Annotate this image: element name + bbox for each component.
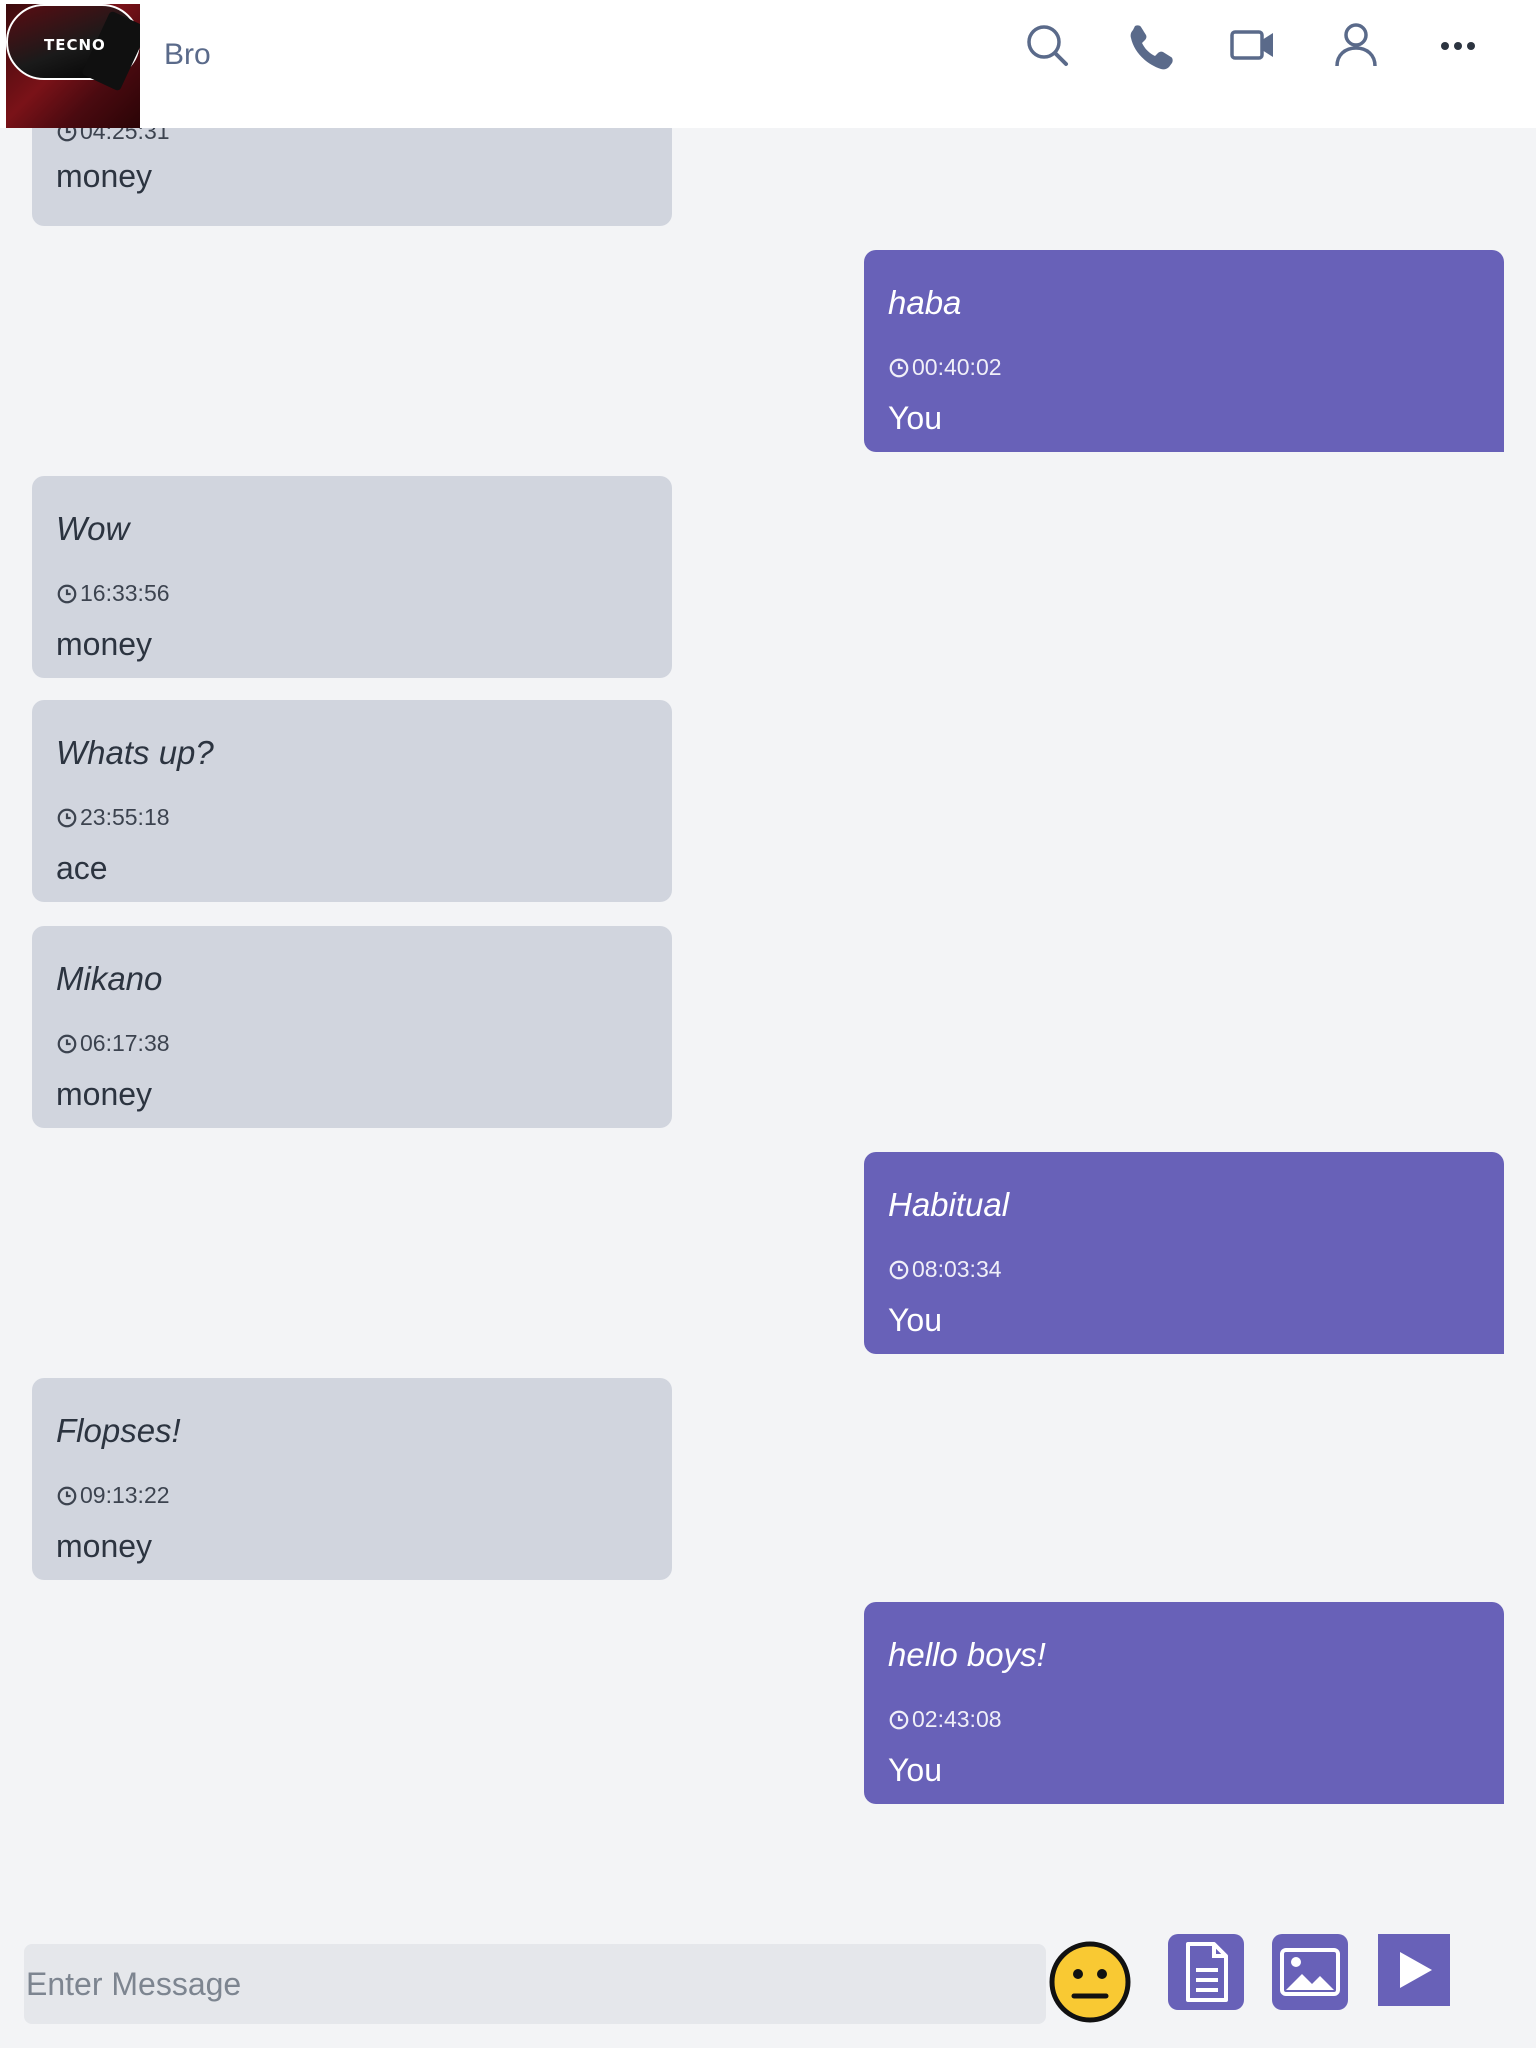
message-sender: money — [56, 626, 153, 662]
message-time-text: 23:55:18 — [80, 804, 170, 830]
avatar-brand-text: TECNO — [44, 36, 106, 54]
clock-icon — [889, 1710, 909, 1729]
phone-icon[interactable] — [1126, 20, 1176, 70]
clock-icon — [889, 1260, 909, 1279]
message-incoming[interactable]: Flopses! 09:13:22 money — [32, 1378, 672, 1580]
message-sender: money — [56, 1076, 153, 1112]
send-icon — [1378, 1934, 1450, 2006]
message-sender: You — [888, 1302, 942, 1338]
message-outgoing[interactable]: haba 00:40:02 You — [864, 250, 1504, 452]
message-text: hello boys! — [888, 1636, 1046, 1673]
chat-thread[interactable]: 04:25:31 money haba 00:40:02 You Wow 16:… — [0, 0, 1536, 1900]
message-time-text: 09:13:22 — [80, 1482, 170, 1508]
send-button[interactable] — [1378, 1934, 1450, 2010]
message-composer — [0, 1900, 1536, 2048]
message-incoming[interactable]: Wow 16:33:56 money — [32, 476, 672, 678]
message-outgoing[interactable]: Habitual 08:03:34 You — [864, 1152, 1504, 1354]
message-input[interactable] — [24, 1944, 1046, 2024]
message-time: 16:33:56 — [56, 580, 170, 607]
search-icon[interactable] — [1022, 20, 1072, 70]
emoji-icon[interactable] — [1048, 1940, 1132, 2028]
message-time-text: 02:43:08 — [912, 1706, 1002, 1732]
message-sender: money — [56, 1528, 153, 1564]
clock-icon — [57, 584, 77, 603]
message-time-text: 06:17:38 — [80, 1030, 170, 1056]
message-sender: ace — [56, 850, 108, 886]
chat-header: TECNO Bro — [0, 0, 1536, 128]
clock-icon — [57, 1486, 77, 1505]
contact-name[interactable]: Bro — [164, 38, 211, 72]
message-text: Habitual — [888, 1186, 1010, 1223]
message-time-text: 08:03:34 — [912, 1256, 1002, 1282]
clock-icon — [889, 358, 909, 377]
message-text: Whats up? — [56, 734, 214, 771]
message-time: 02:43:08 — [888, 1706, 1002, 1733]
user-icon[interactable] — [1331, 20, 1381, 70]
message-time: 23:55:18 — [56, 804, 170, 831]
message-time: 08:03:34 — [888, 1256, 1002, 1283]
message-time-text: 16:33:56 — [80, 580, 170, 606]
message-text: Wow — [56, 510, 130, 547]
clock-icon — [57, 1034, 77, 1053]
video-icon[interactable] — [1228, 20, 1278, 70]
message-sender: You — [888, 400, 942, 436]
message-text: haba — [888, 284, 962, 321]
document-button[interactable] — [1168, 1934, 1244, 2014]
message-outgoing[interactable]: hello boys! 02:43:08 You — [864, 1602, 1504, 1804]
clock-icon — [57, 808, 77, 827]
message-text: Flopses! — [56, 1412, 181, 1449]
message-time: 09:13:22 — [56, 1482, 170, 1509]
message-incoming[interactable]: Mikano 06:17:38 money — [32, 926, 672, 1128]
message-incoming[interactable]: Whats up? 23:55:18 ace — [32, 700, 672, 902]
message-sender: You — [888, 1752, 942, 1788]
message-text: Mikano — [56, 960, 163, 997]
message-sender: money — [56, 158, 153, 194]
message-time-text: 00:40:02 — [912, 354, 1002, 380]
more-icon[interactable] — [1433, 20, 1483, 70]
image-icon — [1272, 1934, 1348, 2010]
avatar[interactable]: TECNO — [6, 4, 140, 128]
avatar-badge: TECNO — [6, 4, 140, 92]
image-button[interactable] — [1272, 1934, 1348, 2014]
message-time: 00:40:02 — [888, 354, 1002, 381]
message-time: 06:17:38 — [56, 1030, 170, 1057]
document-icon — [1168, 1934, 1244, 2010]
